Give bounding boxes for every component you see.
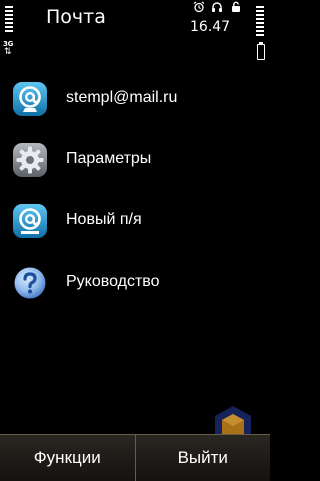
mailbox-icon [13, 82, 47, 116]
menu-item-settings[interactable]: Параметры [0, 129, 270, 191]
alarm-icon [193, 1, 205, 13]
gear-icon [13, 143, 47, 177]
battery-level-bars [256, 6, 266, 36]
page-title: Почта [46, 6, 106, 28]
new-mailbox-icon [13, 204, 47, 238]
clock: 16.47 [190, 19, 231, 35]
status-bar: 3G ⇅ Почта 16.47 [0, 0, 270, 60]
keylock-icon [232, 1, 240, 12]
menu-item-label: Руководство [66, 273, 160, 290]
menu-item-label: stempl@mail.ru [66, 89, 178, 106]
exit-softkey[interactable]: Выйти [136, 435, 271, 481]
signal-indicator: 3G ⇅ [3, 6, 15, 60]
menu-item-mailbox[interactable]: stempl@mail.ru [0, 68, 270, 130]
data-transfer-icon: ⇅ [4, 47, 12, 57]
menu-item-label: Новый п/я [66, 211, 142, 228]
headset-icon [212, 2, 222, 12]
menu-item-new-mailbox[interactable]: Новый п/я [0, 190, 270, 252]
status-icons [193, 0, 249, 14]
menu-item-help[interactable]: Руководство [0, 252, 270, 314]
functions-softkey[interactable]: Функции [0, 435, 136, 481]
menu-item-label: Параметры [66, 150, 152, 167]
signal-strength-icon [5, 6, 13, 38]
help-icon [14, 267, 46, 299]
softkey-bar: Функции Выйти [0, 434, 270, 481]
battery-indicator [256, 6, 266, 60]
battery-icon [257, 42, 265, 60]
